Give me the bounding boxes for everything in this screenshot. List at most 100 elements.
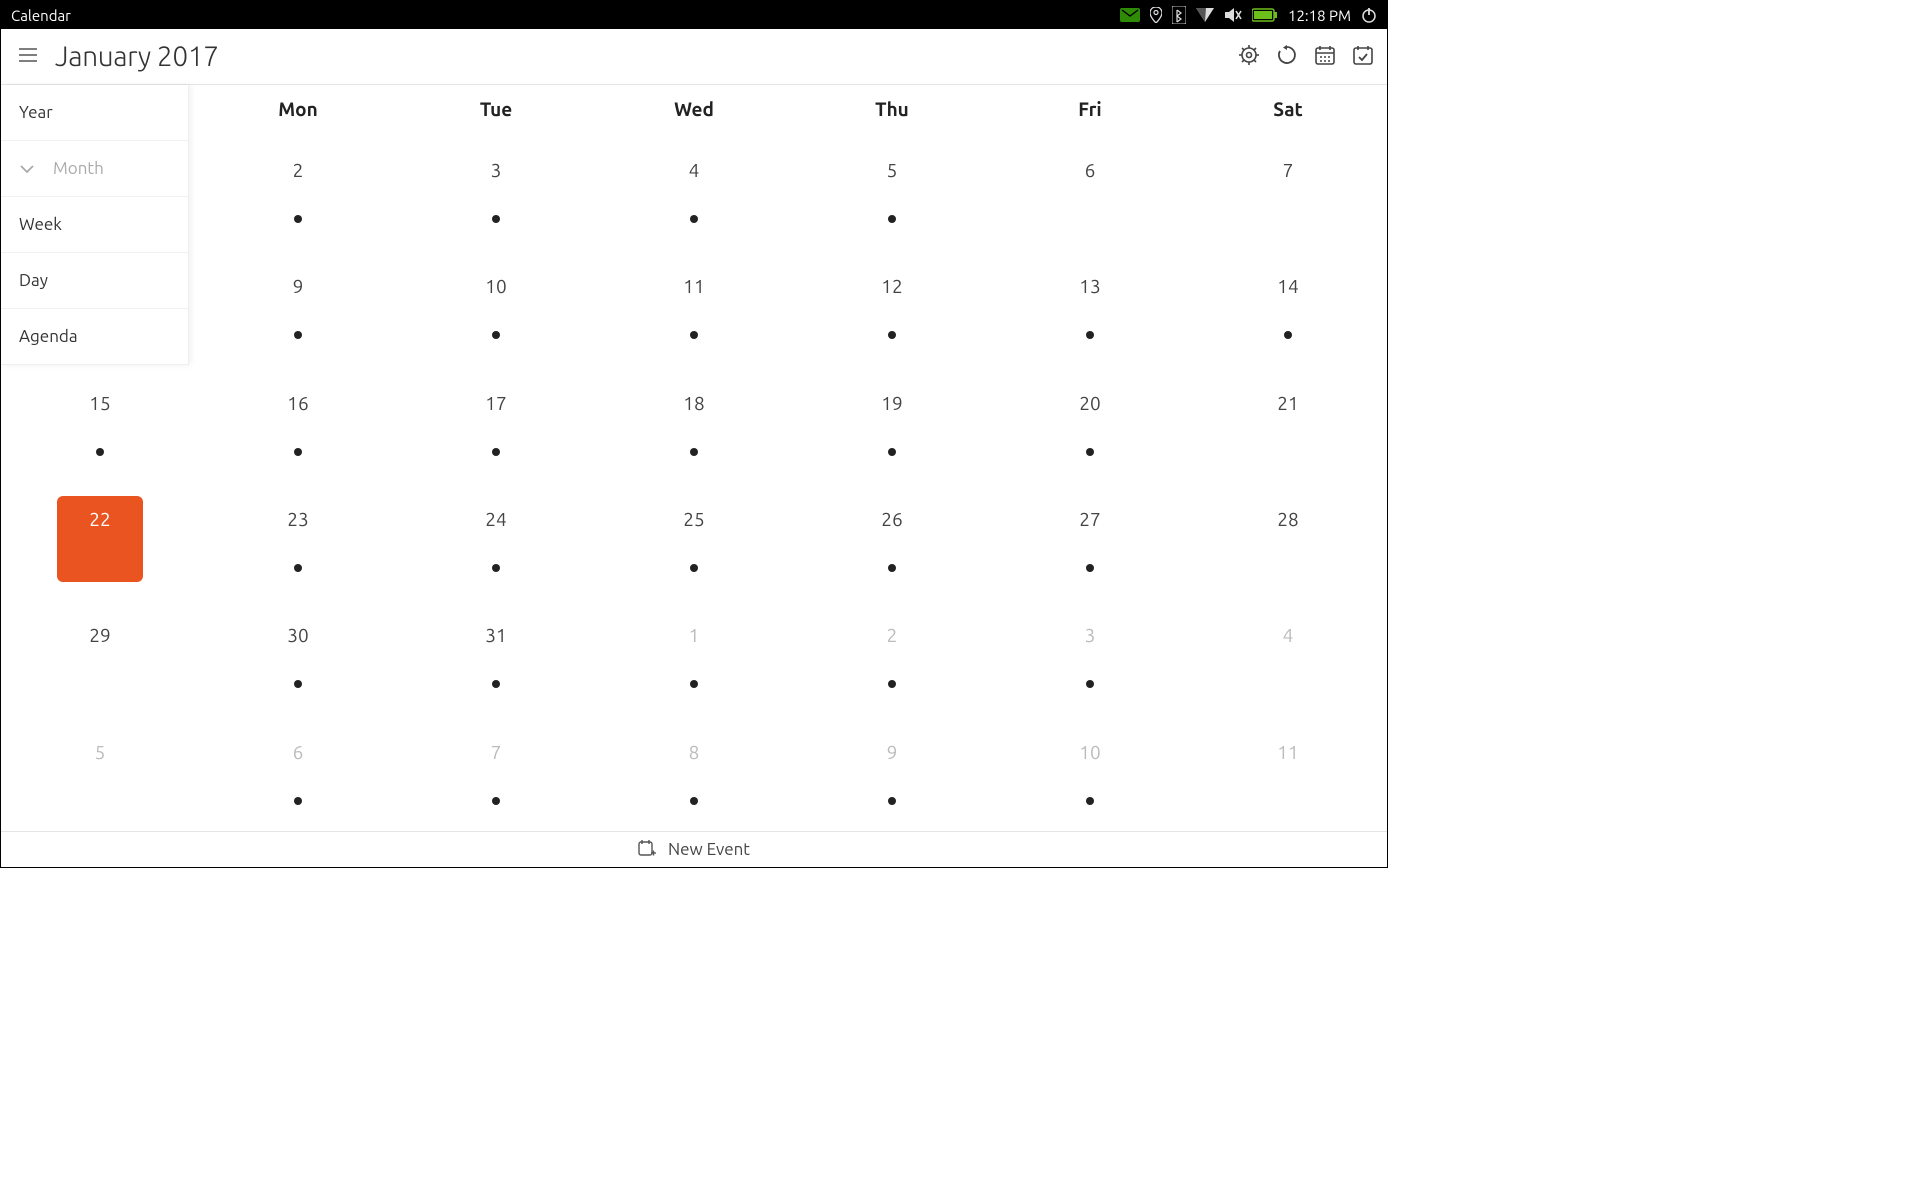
- todo-icon[interactable]: [1353, 45, 1373, 69]
- calendar-day-cell[interactable]: 13: [991, 249, 1189, 365]
- calendar-day-cell[interactable]: 8: [595, 715, 793, 831]
- event-indicator-dot: [1086, 797, 1094, 805]
- location-icon[interactable]: [1150, 7, 1162, 23]
- calendar-day-cell[interactable]: 31: [397, 598, 595, 714]
- calendar-day-cell[interactable]: 30: [199, 598, 397, 714]
- weekday-header: Mon: [199, 85, 397, 133]
- status-bar: Calendar 12:18 PM: [1, 1, 1387, 29]
- sidebar-item-month[interactable]: Month: [1, 141, 188, 197]
- calendar-day-cell[interactable]: 9: [793, 715, 991, 831]
- event-indicator-dot: [492, 215, 500, 223]
- calendar-day-cell[interactable]: 18: [595, 366, 793, 482]
- bluetooth-icon[interactable]: [1172, 6, 1186, 24]
- weekday-header: Tue: [397, 85, 595, 133]
- sidebar-item-agenda[interactable]: Agenda: [1, 309, 188, 365]
- statusbar-app-title: Calendar: [11, 7, 71, 24]
- calendar-day-cell[interactable]: 11: [1189, 715, 1387, 831]
- calendar-day-cell[interactable]: 9: [199, 249, 397, 365]
- calendar-day-cell[interactable]: 10: [397, 249, 595, 365]
- sidebar-item-year[interactable]: Year: [1, 85, 188, 141]
- calendar-day-cell[interactable]: 24: [397, 482, 595, 598]
- sidebar-item-label: Year: [19, 103, 53, 122]
- sidebar-item-label: Agenda: [19, 327, 78, 346]
- mail-icon[interactable]: [1120, 8, 1140, 22]
- statusbar-time: 12:18 PM: [1288, 7, 1351, 24]
- sidebar-item-week[interactable]: Week: [1, 197, 188, 253]
- settings-icon[interactable]: [1239, 45, 1259, 69]
- weekday-header: Sat: [1189, 85, 1387, 133]
- calendar-day-cell[interactable]: 4: [1189, 598, 1387, 714]
- calendar-day-cell[interactable]: 14: [1189, 249, 1387, 365]
- calendar-day-cell[interactable]: 7: [397, 715, 595, 831]
- app-header: January 2017: [1, 29, 1387, 85]
- weekday-header: Fri: [991, 85, 1189, 133]
- event-indicator-dot: [294, 215, 302, 223]
- calendar-day-cell[interactable]: 3: [991, 598, 1189, 714]
- event-indicator-dot: [492, 448, 500, 456]
- calendar-day-cell[interactable]: 6: [199, 715, 397, 831]
- menu-icon[interactable]: [19, 48, 37, 66]
- sync-icon[interactable]: [1277, 45, 1297, 69]
- calendar-day-cell[interactable]: 16: [199, 366, 397, 482]
- day-number: 7: [1245, 147, 1331, 233]
- calendar-day-cell[interactable]: 2: [199, 133, 397, 249]
- event-indicator-dot: [492, 564, 500, 572]
- calendar-day-cell[interactable]: 12: [793, 249, 991, 365]
- new-event-button[interactable]: New Event: [1, 831, 1387, 867]
- new-event-label: New Event: [668, 840, 750, 859]
- event-indicator-dot: [492, 797, 500, 805]
- event-indicator-dot: [1086, 448, 1094, 456]
- event-indicator-dot: [690, 797, 698, 805]
- calendar-day-cell[interactable]: 2: [793, 598, 991, 714]
- calendar-day-cell[interactable]: 27: [991, 482, 1189, 598]
- calendar-day-cell[interactable]: 17: [397, 366, 595, 482]
- sidebar-item-label: Month: [53, 159, 104, 178]
- sidebar-item-day[interactable]: Day: [1, 253, 188, 309]
- calendar-day-cell[interactable]: 6: [991, 133, 1189, 249]
- calendar-day-cell[interactable]: 5: [793, 133, 991, 249]
- chevron-down-icon: [19, 159, 35, 178]
- event-indicator-dot: [690, 448, 698, 456]
- calendar-day-cell[interactable]: 4: [595, 133, 793, 249]
- weekday-header: Thu: [793, 85, 991, 133]
- calendar-day-cell[interactable]: 1: [595, 598, 793, 714]
- event-indicator-dot: [888, 215, 896, 223]
- day-number: 5: [57, 729, 143, 815]
- event-indicator-dot: [294, 797, 302, 805]
- calendar-day-cell[interactable]: 28: [1189, 482, 1387, 598]
- calendar-day-cell[interactable]: 29: [1, 598, 199, 714]
- day-number: 29: [57, 612, 143, 698]
- today-icon[interactable]: [1315, 45, 1335, 69]
- event-indicator-dot: [96, 448, 104, 456]
- event-indicator-dot: [294, 448, 302, 456]
- event-indicator-dot: [690, 564, 698, 572]
- calendar-day-cell[interactable]: 7: [1189, 133, 1387, 249]
- calendar-day-cell[interactable]: 20: [991, 366, 1189, 482]
- event-indicator-dot: [690, 215, 698, 223]
- calendar-day-cell[interactable]: 25: [595, 482, 793, 598]
- calendar-day-cell[interactable]: 19: [793, 366, 991, 482]
- sidebar-item-label: Day: [19, 271, 48, 290]
- calendar-day-cell[interactable]: 11: [595, 249, 793, 365]
- calendar-day-cell[interactable]: 26: [793, 482, 991, 598]
- calendar-day-cell[interactable]: 15: [1, 366, 199, 482]
- calendar-day-cell[interactable]: 23: [199, 482, 397, 598]
- wifi-icon[interactable]: [1196, 8, 1214, 22]
- event-indicator-dot: [1086, 564, 1094, 572]
- calendar-day-cell[interactable]: 21: [1189, 366, 1387, 482]
- volume-muted-icon[interactable]: [1224, 7, 1242, 23]
- calendar-day-cell[interactable]: 22: [1, 482, 199, 598]
- day-number: 28: [1245, 496, 1331, 582]
- day-number: 22: [57, 496, 143, 582]
- calendar-day-cell[interactable]: 3: [397, 133, 595, 249]
- day-number: 4: [1245, 612, 1331, 698]
- calendar-day-cell[interactable]: 5: [1, 715, 199, 831]
- day-number: 6: [1047, 147, 1133, 233]
- calendar-day-cell[interactable]: 10: [991, 715, 1189, 831]
- power-icon[interactable]: [1361, 7, 1377, 23]
- event-indicator-dot: [294, 564, 302, 572]
- battery-icon[interactable]: [1252, 8, 1278, 22]
- day-number: 11: [1245, 729, 1331, 815]
- weekday-header: Wed: [595, 85, 793, 133]
- event-indicator-dot: [888, 564, 896, 572]
